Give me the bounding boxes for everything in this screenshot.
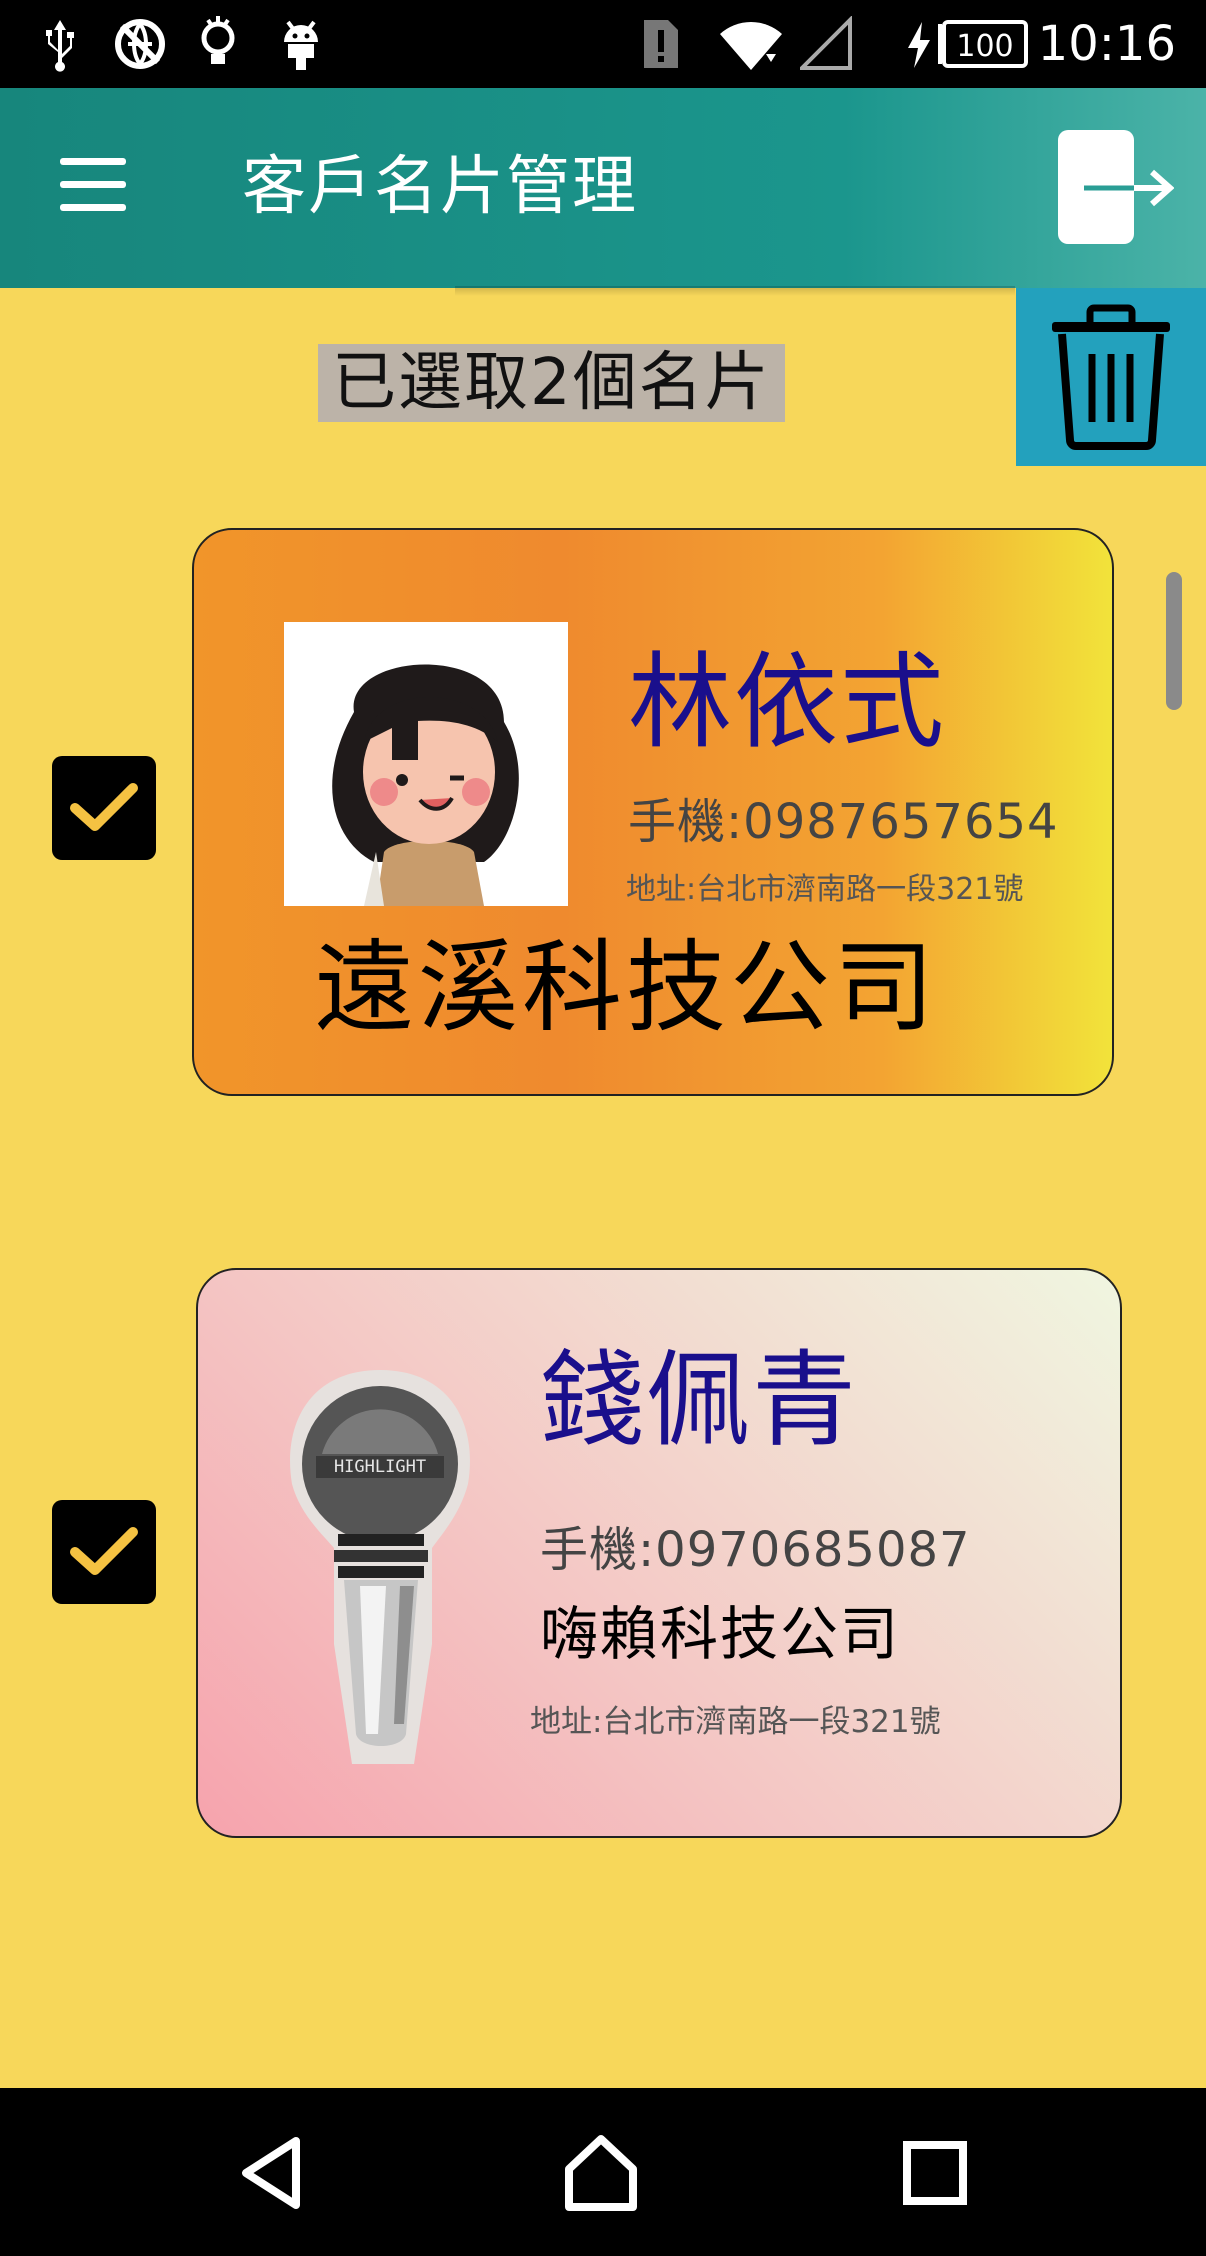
- lightstick-image: HIGHLIGHT: [282, 1364, 478, 1766]
- card-checkbox[interactable]: [52, 1500, 156, 1604]
- lightbulb-icon: [198, 16, 238, 72]
- signal-icon: [800, 16, 854, 72]
- vpn-off-icon: [112, 16, 168, 72]
- sim-alert-icon: [640, 16, 680, 72]
- business-card[interactable]: HIGHLIGHT 錢佩青 手機:0970685087 嗨賴科技公司 地址:台北…: [196, 1268, 1122, 1838]
- card-address: 地址:台北市濟南路一段321號: [530, 1704, 941, 1740]
- status-time: 10:16: [1037, 16, 1176, 72]
- android-icon: [278, 16, 324, 72]
- trash-icon: [1052, 304, 1170, 450]
- selection-count: 已選取2個名片: [318, 344, 785, 422]
- lightstick-label: HIGHLIGHT: [334, 1457, 426, 1477]
- battery-level: 100: [956, 29, 1013, 64]
- delete-button[interactable]: [1016, 288, 1206, 466]
- card-name: 林依式: [628, 641, 947, 763]
- page-title: 客戶名片管理: [242, 150, 638, 224]
- card-name: 錢佩青: [540, 1339, 859, 1461]
- usb-icon: [40, 16, 80, 72]
- card-company: 遠溪科技公司: [314, 929, 938, 1046]
- card-company: 嗨賴科技公司: [540, 1600, 901, 1668]
- back-icon[interactable]: [226, 2128, 316, 2218]
- wifi-icon: [718, 16, 788, 72]
- scrollbar[interactable]: [1166, 572, 1182, 710]
- logout-icon[interactable]: [1056, 128, 1175, 248]
- card-phone: 手機:0970685087: [540, 1522, 971, 1578]
- card-phone: 手機:0987657654: [628, 794, 1059, 850]
- card-checkbox[interactable]: [52, 756, 156, 860]
- checkmark-icon: [70, 1527, 138, 1575]
- home-icon[interactable]: [556, 2128, 646, 2218]
- avatar: [284, 622, 568, 906]
- hamburger-menu-icon[interactable]: [60, 158, 126, 214]
- battery-charging-icon: 100: [904, 16, 1034, 72]
- checkmark-icon: [70, 783, 138, 831]
- app-bar-shadow: [455, 286, 1015, 296]
- recents-icon[interactable]: [890, 2128, 980, 2218]
- card-address: 地址:台北市濟南路一段321號: [626, 872, 1024, 907]
- business-card[interactable]: 林依式 手機:0987657654 地址:台北市濟南路一段321號 遠溪科技公司: [192, 528, 1114, 1096]
- navigation-bar: [0, 2088, 1206, 2256]
- status-bar: 100 10:16: [0, 0, 1206, 88]
